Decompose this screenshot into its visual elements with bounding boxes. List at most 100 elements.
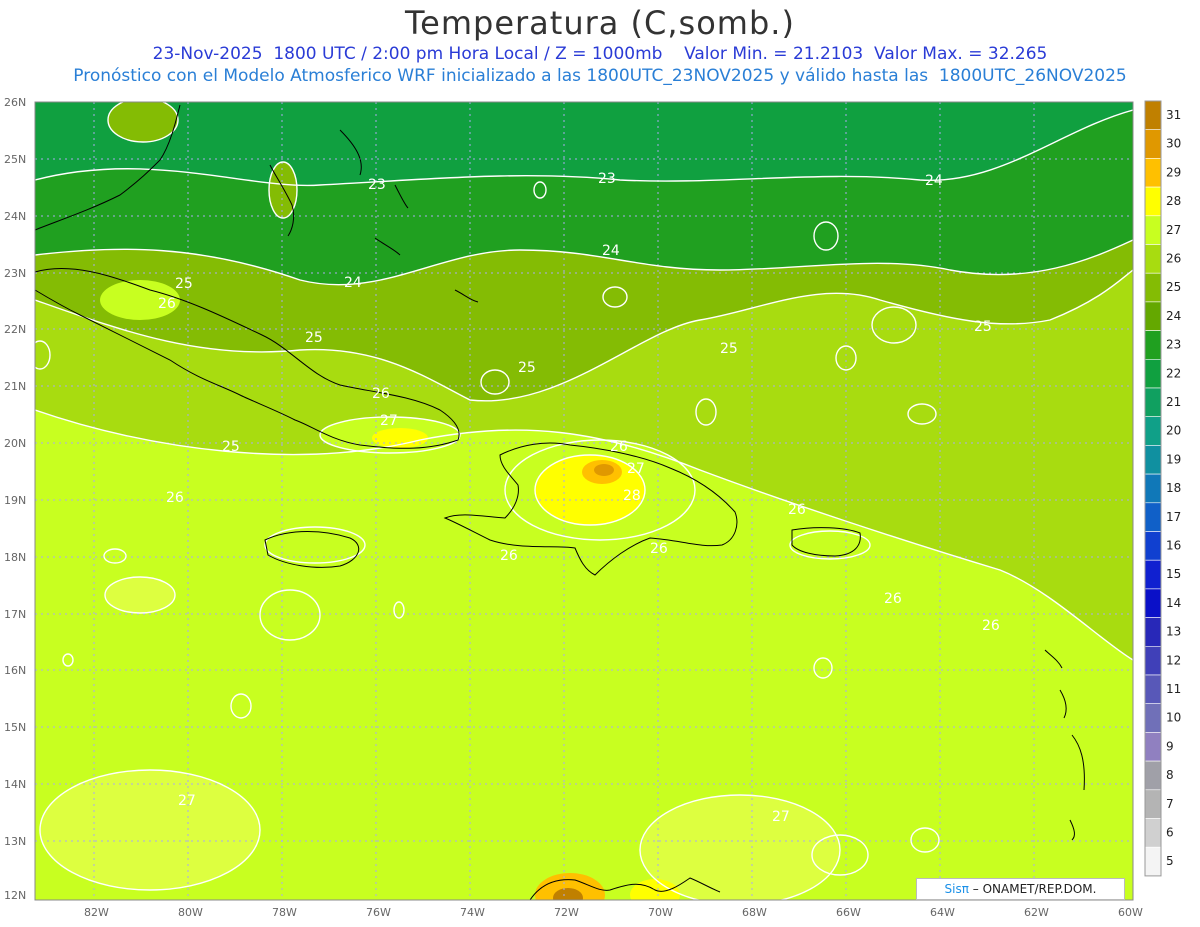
colorbar-label: 14 bbox=[1166, 596, 1181, 610]
colorbar-label: 19 bbox=[1166, 452, 1181, 466]
contour-label: 24 bbox=[925, 173, 943, 189]
colorbar-label: 8 bbox=[1166, 768, 1174, 782]
lon-label: 70W bbox=[648, 906, 673, 919]
colorbar-label: 9 bbox=[1166, 739, 1174, 753]
contour-label: 27 bbox=[627, 461, 645, 477]
lat-label: 22N bbox=[4, 323, 26, 336]
colorbar-swatch bbox=[1144, 674, 1162, 705]
colorbar-swatch bbox=[1144, 760, 1162, 791]
colorbar-label: 6 bbox=[1166, 826, 1174, 840]
colorbar-swatch bbox=[1144, 846, 1162, 877]
colorbar-swatch bbox=[1144, 445, 1162, 475]
colorbar-label: 13 bbox=[1166, 625, 1181, 639]
sispi-logo-text: Sisπ bbox=[944, 882, 969, 896]
temperature-field bbox=[35, 102, 1133, 900]
lon-label: 62W bbox=[1024, 906, 1049, 919]
colorbar-swatch bbox=[1144, 215, 1162, 245]
colorbar-label: 20 bbox=[1166, 424, 1181, 438]
colorbar-swatch bbox=[1144, 617, 1162, 647]
colorbar-swatch bbox=[1144, 531, 1162, 561]
contour-label: 28 bbox=[623, 488, 641, 504]
colorbar-swatch bbox=[1144, 416, 1162, 446]
contour-label: 27 bbox=[178, 793, 196, 809]
contour-label: 26 bbox=[166, 490, 184, 506]
lat-label: 13N bbox=[4, 835, 26, 848]
colorbar-swatch bbox=[1144, 158, 1162, 188]
map-title: Temperatura (C,somb.) bbox=[405, 4, 795, 42]
contour-label: 25 bbox=[305, 330, 323, 346]
lon-label: 80W bbox=[178, 906, 203, 919]
colorbar-swatch bbox=[1144, 818, 1162, 848]
contour-label: 26 bbox=[884, 591, 902, 607]
colorbar-label: 18 bbox=[1166, 481, 1181, 495]
colorbar-swatch bbox=[1144, 732, 1162, 762]
lon-label: 72W bbox=[554, 906, 579, 919]
lat-label: 14N bbox=[4, 778, 26, 791]
lat-label: 20N bbox=[4, 437, 26, 450]
colorbar-label: 22 bbox=[1166, 366, 1181, 380]
colorbar-label: 27 bbox=[1166, 223, 1181, 237]
contour-label: 26 bbox=[788, 502, 806, 518]
colorbar-swatch bbox=[1144, 559, 1162, 590]
contour-label: 23 bbox=[368, 177, 386, 193]
credit-label: Sisπ – ONAMET/REP.DOM. bbox=[916, 878, 1125, 900]
contour-label: 26 bbox=[650, 541, 668, 557]
colorbar-swatch bbox=[1144, 186, 1162, 217]
latitude-labels: 26N 25N 24N 23N 22N 21N 20N 19N 18N 17N … bbox=[4, 96, 26, 902]
lon-label: 68W bbox=[742, 906, 767, 919]
colorbar-label: 25 bbox=[1166, 280, 1181, 294]
colorbar-label: 24 bbox=[1166, 309, 1181, 323]
contour-label: 25 bbox=[720, 341, 738, 357]
colorbar-swatch bbox=[1144, 100, 1162, 131]
contour-label: 25 bbox=[175, 276, 193, 292]
colorbar-swatch bbox=[1144, 358, 1162, 389]
temperature-map: 25 26 23 23 24 24 24 25 25 25 25 26 27 2… bbox=[4, 96, 1181, 919]
colorbar-swatch bbox=[1144, 330, 1162, 360]
lat-label: 15N bbox=[4, 721, 26, 734]
colorbar-swatch bbox=[1144, 272, 1162, 303]
contour-label: 24 bbox=[602, 243, 620, 259]
lat-label: 19N bbox=[4, 494, 26, 507]
lon-label: 66W bbox=[836, 906, 861, 919]
colorbar-swatch bbox=[1144, 129, 1162, 159]
colorbar-label: 17 bbox=[1166, 510, 1181, 524]
contour-label: 24 bbox=[344, 275, 362, 291]
lon-label: 76W bbox=[366, 906, 391, 919]
model-info-line: Pronóstico con el Modelo Atmosferico WRF… bbox=[73, 66, 1127, 86]
colorbar-label: 12 bbox=[1166, 653, 1181, 667]
colorbar-label: 23 bbox=[1166, 338, 1181, 352]
lon-label: 78W bbox=[272, 906, 297, 919]
contour-label: 25 bbox=[518, 360, 536, 376]
contour-label: 23 bbox=[598, 171, 616, 187]
lon-label: 74W bbox=[460, 906, 485, 919]
lat-label: 25N bbox=[4, 153, 26, 166]
lat-label: 23N bbox=[4, 267, 26, 280]
lat-label: 12N bbox=[4, 889, 26, 902]
colorbar-label: 11 bbox=[1166, 682, 1181, 696]
contour-label: 26 bbox=[500, 548, 518, 564]
contour-label: 27 bbox=[772, 809, 790, 825]
colorbar-label: 5 bbox=[1166, 854, 1174, 868]
lat-label: 18N bbox=[4, 551, 26, 564]
colorbar-label: 30 bbox=[1166, 137, 1181, 151]
contour-label: 25 bbox=[974, 319, 992, 335]
colorbar-swatch bbox=[1144, 301, 1162, 331]
colorbar-label: 15 bbox=[1166, 567, 1181, 581]
colorbar-label: 26 bbox=[1166, 252, 1181, 266]
contour-label: 26 bbox=[158, 296, 176, 312]
colorbar-label: 28 bbox=[1166, 194, 1181, 208]
lat-label: 21N bbox=[4, 380, 26, 393]
colorbar-swatch bbox=[1144, 473, 1162, 504]
contour-label: 26 bbox=[372, 386, 390, 402]
colorbar-label: 21 bbox=[1166, 395, 1181, 409]
lon-label: 64W bbox=[930, 906, 955, 919]
lat-label: 17N bbox=[4, 608, 26, 621]
agency-text: – ONAMET/REP.DOM. bbox=[968, 882, 1097, 896]
colorbar-label: 16 bbox=[1166, 539, 1181, 553]
longitude-labels: 82W 80W 78W 76W 74W 72W 70W 68W 66W 64W … bbox=[84, 906, 1143, 919]
colorbar-legend: 31 30 29 28 27 26 25 24 23 22 21 20 19 18 17 16 15 14 13 12… bbox=[1144, 100, 1181, 877]
colorbar-label: 10 bbox=[1166, 711, 1181, 725]
lat-label: 24N bbox=[4, 210, 26, 223]
colorbar-swatch bbox=[1144, 387, 1162, 418]
contour-label: 26 bbox=[982, 618, 1000, 634]
